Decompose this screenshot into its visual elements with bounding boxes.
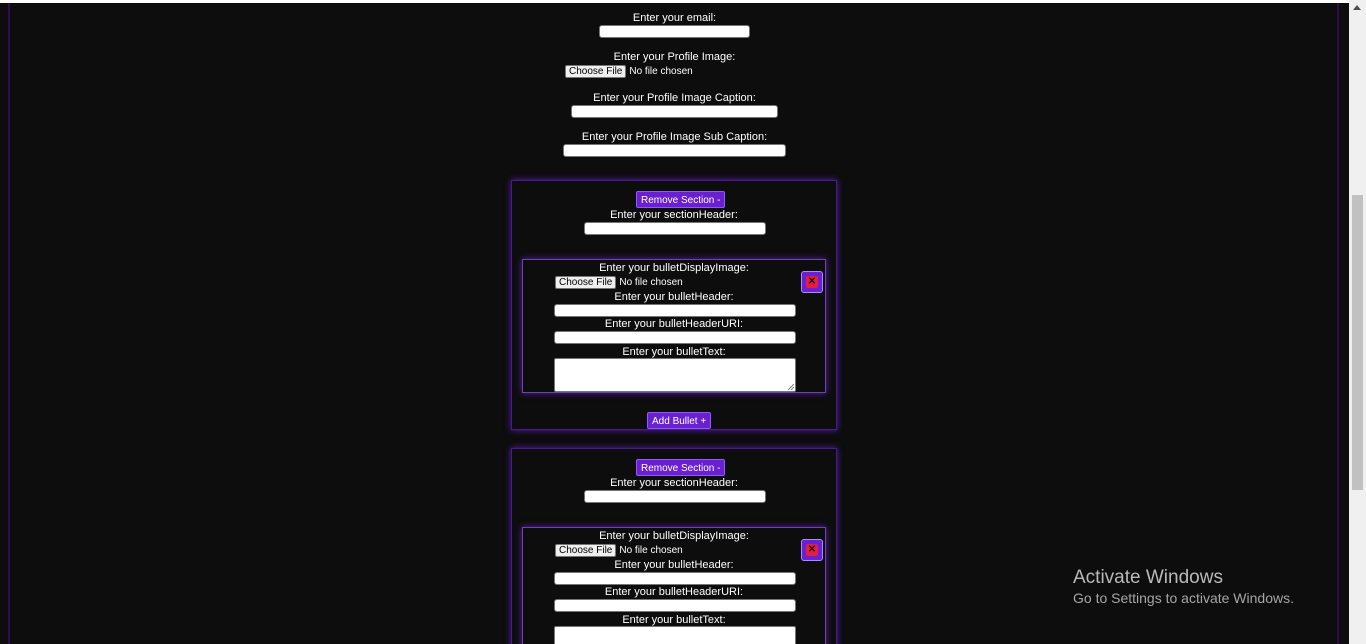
- profile-image-file-input[interactable]: Choose File No file chosen: [565, 65, 693, 79]
- profile-image-label: Enter your Profile Image:: [613, 51, 736, 63]
- bullet-header-field[interactable]: [554, 304, 796, 317]
- bullet-display-image-file-input[interactable]: Choose File No file chosen: [555, 276, 683, 290]
- section-header-label: Enter your sectionHeader:: [610, 477, 738, 489]
- vertical-scrollbar[interactable]: [1349, 0, 1366, 644]
- bullet-header-uri-label: Enter your bulletHeaderURI:: [604, 318, 744, 330]
- bullet-display-image-file-input[interactable]: Choose File No file chosen: [555, 544, 683, 558]
- close-icon: ✕: [806, 276, 818, 288]
- bullet-header-uri-field[interactable]: [554, 599, 796, 612]
- delete-bullet-button[interactable]: ✕: [801, 271, 823, 293]
- email-field[interactable]: [599, 25, 750, 38]
- profile-subcaption-label: Enter your Profile Image Sub Caption:: [581, 131, 768, 143]
- profile-subcaption-field[interactable]: [563, 144, 786, 157]
- no-file-chosen-text: No file chosen: [629, 66, 693, 77]
- bullet-header-field[interactable]: [554, 572, 796, 585]
- section-header-field[interactable]: [584, 490, 766, 503]
- add-bullet-button[interactable]: Add Bullet +: [647, 412, 712, 429]
- email-label: Enter your email:: [632, 12, 717, 24]
- activate-windows-watermark: Activate Windows Go to Settings to activ…: [1073, 567, 1294, 607]
- profile-caption-field[interactable]: [571, 105, 778, 118]
- watermark-subtitle: Go to Settings to activate Windows.: [1073, 590, 1294, 606]
- section-header-label: Enter your sectionHeader:: [610, 209, 738, 221]
- section-card: Remove Section - Enter your sectionHeade…: [511, 180, 837, 430]
- resize-handle[interactable]: [788, 384, 794, 390]
- form-page: Enter your email: Enter your Profile Ima…: [0, 3, 1349, 644]
- remove-section-button[interactable]: Remove Section -: [636, 191, 726, 208]
- bullet-text-area[interactable]: [554, 626, 796, 644]
- bullet-header-uri-label: Enter your bulletHeaderURI:: [604, 586, 744, 598]
- choose-file-button[interactable]: Choose File: [555, 544, 617, 557]
- bullet-display-image-label: Enter your bulletDisplayImage:: [599, 530, 749, 542]
- section-header-field[interactable]: [584, 222, 766, 235]
- bullet-header-label: Enter your bulletHeader:: [614, 559, 734, 571]
- no-file-chosen-text: No file chosen: [619, 545, 683, 556]
- profile-caption-label: Enter your Profile Image Caption:: [593, 92, 756, 104]
- bullet-display-image-label: Enter your bulletDisplayImage:: [599, 262, 749, 274]
- bullet-card: Enter your bulletDisplayImage: Choose Fi…: [522, 259, 826, 393]
- delete-bullet-button[interactable]: ✕: [801, 539, 823, 561]
- section-card: Remove Section - Enter your sectionHeade…: [511, 448, 837, 644]
- bullet-card: Enter your bulletDisplayImage: Choose Fi…: [522, 527, 826, 644]
- watermark-title: Activate Windows: [1073, 567, 1223, 588]
- close-icon: ✕: [806, 544, 818, 556]
- scroll-up-arrow-icon[interactable]: [1353, 5, 1361, 10]
- choose-file-button[interactable]: Choose File: [555, 276, 617, 289]
- choose-file-button[interactable]: Choose File: [565, 65, 627, 78]
- scrollbar-thumb[interactable]: [1352, 195, 1363, 490]
- no-file-chosen-text: No file chosen: [619, 277, 683, 288]
- bullet-header-label: Enter your bulletHeader:: [614, 291, 734, 303]
- bullet-header-uri-field[interactable]: [554, 331, 796, 344]
- remove-section-button[interactable]: Remove Section -: [636, 459, 726, 476]
- bullet-text-area[interactable]: [554, 358, 796, 392]
